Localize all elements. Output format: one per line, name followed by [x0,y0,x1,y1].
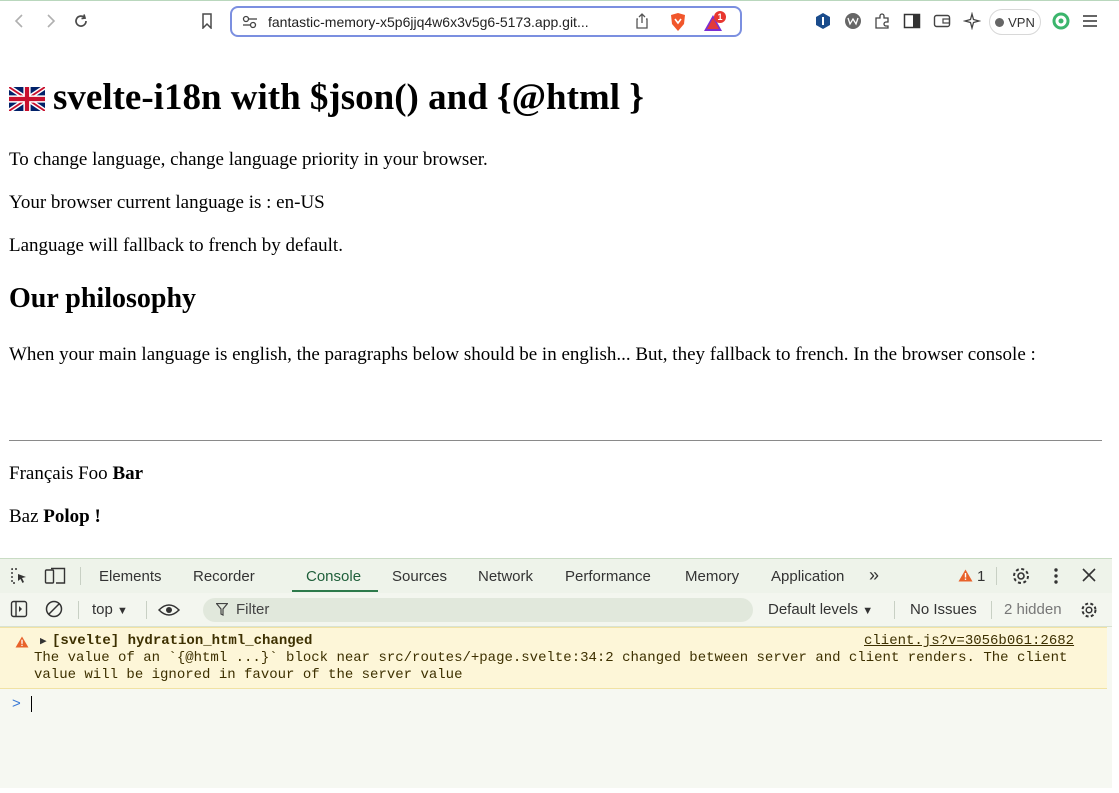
message-warning-icon [15,636,29,653]
vpn-status-icon [995,17,1005,27]
message-source-link[interactable]: client.js?v=3056b061:2682 [864,633,1074,649]
settings-gear-icon[interactable] [1011,566,1031,591]
leo-ai-icon[interactable] [960,9,984,33]
extensions-icon[interactable] [870,9,894,33]
info-line-2: Your browser current language is : en-US [9,192,325,213]
context-dropdown-icon: ▼ [117,605,128,617]
vpn-label: VPN [1008,14,1035,30]
message-body-line-1: The value of an `{@html ...}` block near… [34,650,1068,666]
page-title: svelte-i18n with $json() and {@html } [9,76,644,119]
filter-input[interactable]: Filter [203,598,753,622]
context-label: top [92,601,113,618]
devtools-panel: Elements Recorder Console Sources Networ… [0,558,1112,788]
page-title-text: svelte-i18n with $json() and {@html } [53,77,644,118]
message-body-line-2: value will be ignored in favour of the s… [34,667,463,683]
more-options-icon[interactable] [1053,567,1059,590]
hidden-count: 2 hidden [1004,601,1062,618]
console-filter-bar: top ▼ Filter Default levels ▼ No Issues … [0,593,1112,627]
wallet-extension-icon[interactable] [841,9,865,33]
live-expression-eye-icon[interactable] [157,602,181,623]
uk-flag-icon [9,87,45,111]
console-input[interactable] [31,696,32,712]
tab-performance[interactable]: Performance [565,568,651,585]
forward-icon[interactable] [38,9,62,33]
tab-console[interactable]: Console [306,568,361,585]
warning-count[interactable]: 1 [977,568,985,585]
page-content: svelte-i18n with $json() and {@html } To… [0,42,1112,558]
sync-extension-icon[interactable] [1049,9,1073,33]
tab-memory[interactable]: Memory [685,568,739,585]
divider [9,440,1102,441]
tabbar-separator-2 [996,567,997,585]
philosophy-heading: Our philosophy [9,283,197,314]
back-icon[interactable] [8,9,32,33]
brave-shields-icon[interactable] [669,12,687,37]
filterbar-separator [78,601,79,619]
expand-triangle-icon[interactable]: ▶ [40,634,47,648]
filterbar-separator-3 [894,601,895,619]
info-line-3: Language will fallback to french by defa… [9,235,343,256]
bookmark-icon[interactable] [195,9,219,33]
warning-icon[interactable] [958,569,973,587]
rewards-badge: 1 [717,12,723,22]
menu-icon[interactable] [1078,9,1102,33]
filterbar-separator-2 [146,601,147,619]
show-sidebar-icon[interactable] [10,600,28,623]
close-devtools-icon[interactable] [1082,568,1096,587]
filterbar-separator-4 [991,601,992,619]
info-line-1: To change language, change language prio… [9,149,488,170]
filter-icon [215,602,229,621]
sidebar-icon[interactable] [900,9,924,33]
message-title: [svelte] hydration_html_changed [52,633,313,649]
devtools-tabbar: Elements Recorder Console Sources Networ… [0,559,1112,594]
active-tab-indicator [292,590,378,592]
levels-dropdown-icon: ▼ [862,605,874,617]
browser-toolbar: fantastic-memory-x5p6jjq4w6x3v5g6-5173.a… [0,0,1119,42]
console-warning-message[interactable]: ▶ [svelte] hydration_html_changed client… [0,627,1107,689]
paragraph-baz-text: Baz [9,506,44,527]
tab-sources[interactable]: Sources [392,568,447,585]
onepassword-extension-icon[interactable] [811,9,835,33]
paragraph-francais-text: Français Foo [9,463,113,484]
inspect-element-icon[interactable] [10,567,28,590]
tab-network[interactable]: Network [478,568,533,585]
paragraph-francais: Français Foo Bar [9,463,143,485]
brave-rewards-icon[interactable]: 1 [703,11,727,38]
filter-placeholder: Filter [236,601,270,618]
paragraph-baz-bold: Polop ! [43,506,101,527]
paragraph-francais-bold: Bar [112,463,144,484]
console-settings-icon[interactable] [1080,601,1098,624]
device-toolbar-icon[interactable] [44,567,66,590]
url-text[interactable]: fantastic-memory-x5p6jjq4w6x3v5g6-5173.a… [268,14,589,30]
address-bar[interactable]: fantastic-memory-x5p6jjq4w6x3v5g6-5173.a… [230,6,742,37]
log-levels-dropdown[interactable]: Default levels ▼ [768,601,873,618]
tab-recorder[interactable]: Recorder [193,568,255,585]
log-levels-label: Default levels [768,601,859,618]
reload-icon[interactable] [69,9,93,33]
vpn-button[interactable]: VPN [989,9,1041,35]
context-selector[interactable]: top ▼ [92,601,128,618]
more-tabs-button[interactable]: » [869,565,879,586]
philosophy-text: When your main language is english, the … [9,344,1036,365]
issues-button[interactable]: No Issues [910,601,977,618]
share-icon[interactable] [635,13,649,34]
clear-console-icon[interactable] [45,600,63,623]
wallet-icon[interactable] [930,9,954,33]
tab-application[interactable]: Application [771,568,844,585]
tab-elements[interactable]: Elements [99,568,162,585]
paragraph-baz: Baz Polop ! [9,506,101,528]
console-prompt-icon: > [12,695,21,712]
site-settings-icon[interactable] [242,15,258,34]
tabbar-separator [80,567,81,585]
